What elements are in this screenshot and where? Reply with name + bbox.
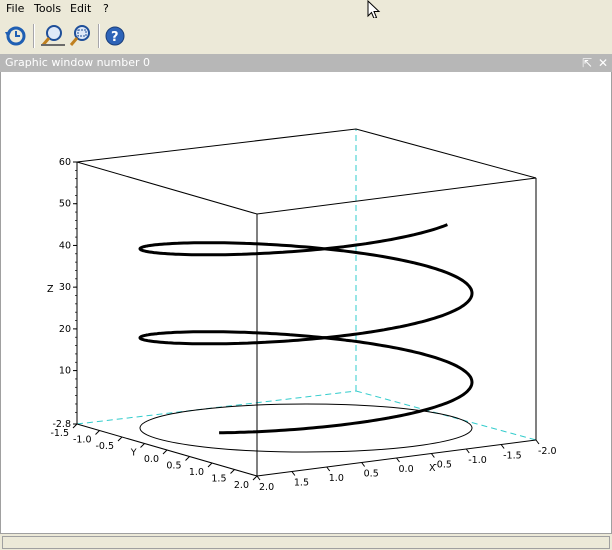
- z-tick-label: 10: [59, 366, 71, 377]
- z-tick-label: 20: [59, 324, 71, 335]
- menu-help[interactable]: ?: [103, 2, 109, 15]
- x-tick: [291, 471, 296, 476]
- x-tick-label: -0.5: [433, 460, 452, 471]
- y-tick-label: 2.0: [234, 480, 249, 491]
- menu-file[interactable]: File: [6, 2, 24, 15]
- y-tick: [230, 469, 235, 474]
- y-tick-label: -1.0: [73, 435, 92, 446]
- y-tick: [140, 443, 145, 448]
- x-tick: [326, 466, 331, 472]
- y-tick-label: -0.5: [95, 441, 114, 452]
- menu-bar: File Tools Edit ?: [0, 0, 612, 18]
- y-tick-label: 1.0: [189, 467, 204, 478]
- x-tick-label: 0.5: [364, 469, 379, 480]
- y-tick: [162, 449, 168, 455]
- zoom-icon: [41, 25, 65, 46]
- y-tick: [207, 462, 213, 468]
- status-field: [2, 536, 610, 549]
- window-title: Graphic window number 0: [5, 56, 150, 69]
- svg-text:?: ?: [111, 30, 119, 45]
- z-tick-label: 40: [59, 240, 71, 251]
- graphic-window-titlebar: Graphic window number 0 ⇱ ✕: [0, 54, 612, 72]
- helix-curve: [138, 223, 474, 435]
- close-icon[interactable]: ✕: [596, 54, 610, 72]
- y-tick: [117, 436, 123, 442]
- x-axis-label: X: [429, 463, 436, 474]
- z-tick-label: 60: [59, 157, 71, 168]
- box-top-face: [76, 128, 537, 215]
- menu-tools[interactable]: Tools: [34, 2, 61, 15]
- x-tick-label: 1.5: [294, 478, 309, 489]
- x-tick-label: 0.0: [399, 464, 414, 475]
- status-bar: [0, 534, 612, 550]
- y-tick: [72, 423, 78, 429]
- y-tick: [252, 475, 258, 481]
- y-tick-label: 0.0: [144, 454, 159, 465]
- y-axis-label: Y: [130, 448, 137, 459]
- x-tick-label: -1.5: [503, 451, 522, 462]
- x-tick-label: -1.0: [468, 455, 487, 466]
- z-axis-label: Z: [47, 284, 54, 295]
- y-tick-label: 0.5: [166, 461, 181, 472]
- helix-3d-plot: -2.8102030405060Z-1.5-1.0-0.5Y0.00.51.01…: [47, 128, 557, 493]
- x-tick-label: 1.0: [329, 473, 344, 484]
- z-tick-label: 50: [59, 199, 71, 210]
- unzoom-button[interactable]: [68, 22, 94, 50]
- x-tick: [256, 475, 261, 481]
- y-tick-label: 1.5: [211, 474, 226, 485]
- x-tick-label: -2.0: [538, 446, 557, 457]
- y-tick-label: -1.5: [50, 428, 69, 439]
- x-tick: [396, 457, 400, 463]
- rotate-icon: [5, 26, 26, 46]
- menu-edit[interactable]: Edit: [70, 2, 91, 15]
- toolbar: ?: [0, 18, 612, 55]
- x-tick: [361, 462, 366, 467]
- help-button[interactable]: ?: [102, 22, 128, 50]
- help-icon: ?: [105, 26, 125, 46]
- unzoom-icon: [69, 25, 90, 46]
- mouse-cursor-icon: [367, 0, 381, 20]
- x-tick: [500, 444, 505, 449]
- z-tick-label: 30: [59, 282, 71, 293]
- x-tick: [430, 453, 435, 458]
- x-tick-label: 2.0: [259, 482, 274, 493]
- zoom-button[interactable]: [40, 22, 66, 50]
- x-tick: [465, 448, 470, 454]
- x-tick: [535, 439, 540, 445]
- undock-icon[interactable]: ⇱: [580, 54, 594, 72]
- toolbar-separator: [98, 24, 100, 48]
- toolbar-separator: [33, 24, 35, 48]
- y-tick: [185, 456, 190, 461]
- y-tick: [95, 430, 100, 435]
- graphic-canvas[interactable]: -2.8 10 20 30 40 50 60 Z -1.5 -1.0 -0.5 Y 0.0 0.5 1.0 1…: [0, 72, 612, 534]
- rotate-button[interactable]: [2, 22, 28, 50]
